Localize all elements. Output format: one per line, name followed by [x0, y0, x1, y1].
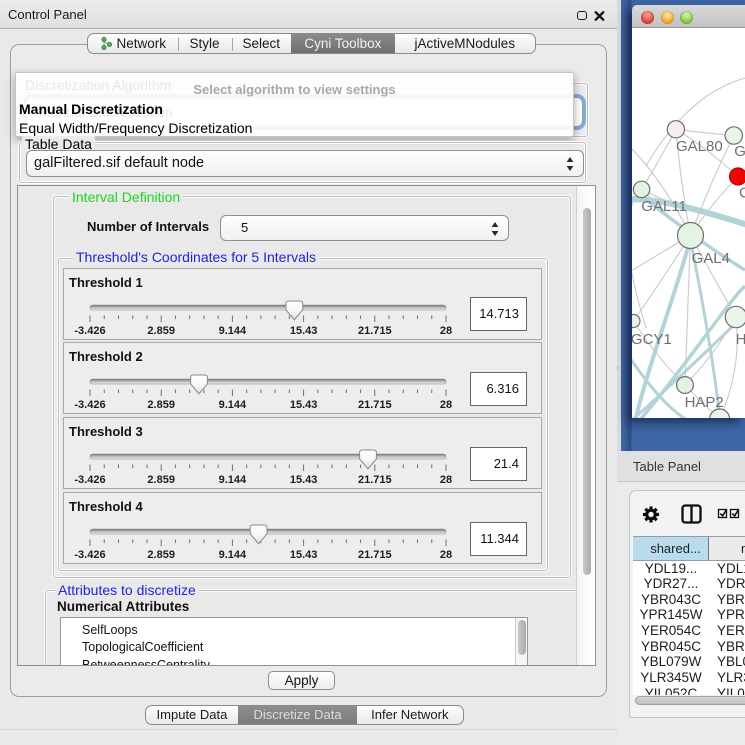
svg-text:9.144: 9.144: [219, 474, 247, 486]
svg-text:GAL80: GAL80: [676, 138, 723, 155]
svg-text:21.715: 21.715: [358, 325, 392, 337]
svg-text:9.144: 9.144: [219, 399, 247, 411]
svg-text:-3.426: -3.426: [74, 325, 105, 337]
svg-text:-3.426: -3.426: [74, 549, 105, 561]
svg-text:15.43: 15.43: [290, 474, 318, 486]
svg-text:H: H: [736, 331, 745, 348]
svg-text:HAP2: HAP2: [685, 394, 724, 411]
svg-text:15.43: 15.43: [290, 325, 318, 337]
svg-text:GCY1: GCY1: [632, 331, 672, 348]
svg-text:2.859: 2.859: [147, 549, 175, 561]
svg-text:2.859: 2.859: [147, 325, 175, 337]
svg-text:9.144: 9.144: [219, 325, 247, 337]
svg-text:-3.426: -3.426: [74, 474, 105, 486]
svg-text:15.43: 15.43: [290, 399, 318, 411]
svg-text:9.144: 9.144: [219, 549, 247, 561]
svg-text:21.715: 21.715: [358, 399, 392, 411]
svg-text:28: 28: [440, 474, 452, 486]
svg-text:GAL11: GAL11: [641, 198, 687, 215]
svg-text:21.715: 21.715: [358, 474, 392, 486]
svg-text:28: 28: [440, 399, 452, 411]
svg-text:2.859: 2.859: [147, 399, 175, 411]
svg-text:GAL4: GAL4: [692, 250, 730, 267]
svg-text:GA: GA: [734, 143, 745, 160]
svg-text:-3.426: -3.426: [74, 399, 105, 411]
svg-text:28: 28: [440, 549, 452, 561]
svg-text:15.43: 15.43: [290, 549, 318, 561]
svg-text:21.715: 21.715: [358, 549, 392, 561]
svg-text:28: 28: [440, 325, 452, 337]
svg-text:2.859: 2.859: [147, 474, 175, 486]
svg-text:CY: CY: [739, 185, 745, 202]
